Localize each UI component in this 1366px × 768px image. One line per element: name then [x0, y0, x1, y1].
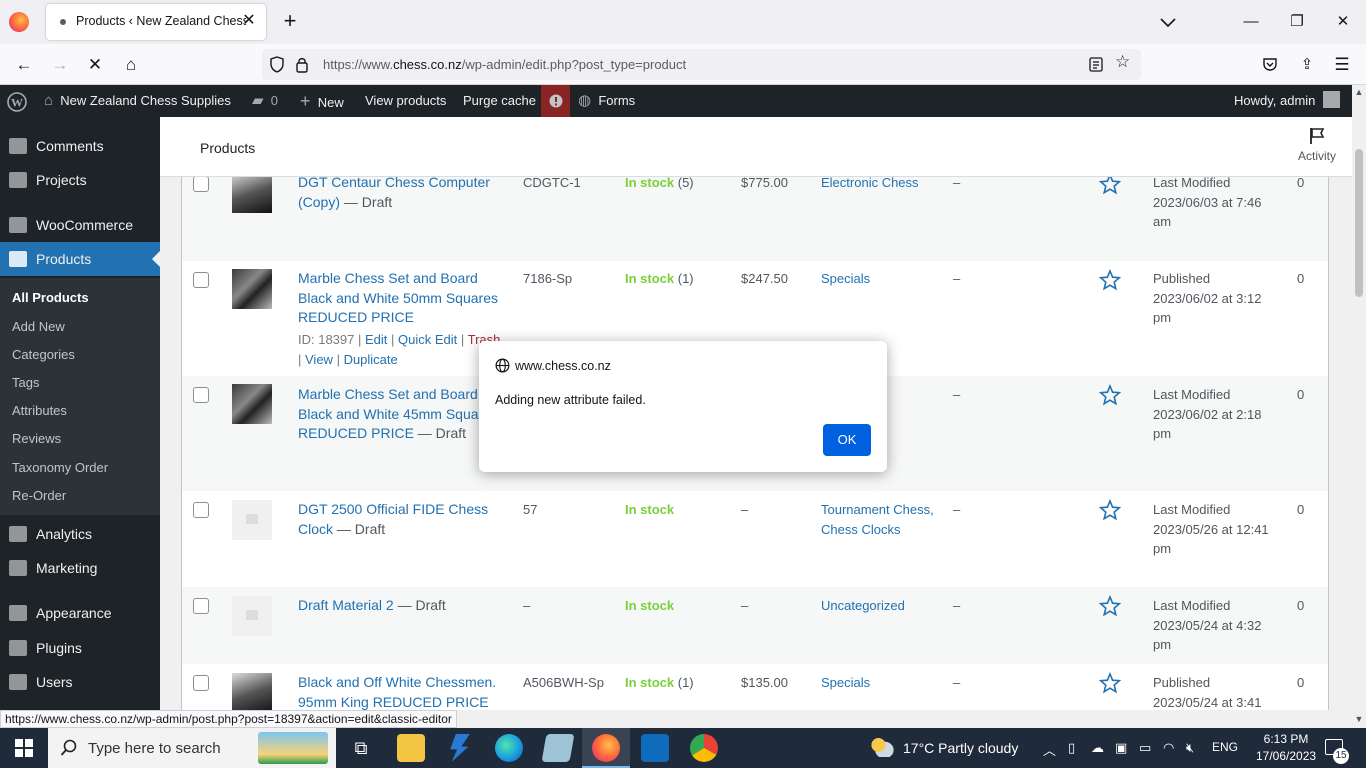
globe-icon — [495, 358, 510, 373]
chrome-icon[interactable] — [690, 734, 718, 762]
windows-taskbar: Type here to search ⧉ 17°C Partly cloudy… — [0, 728, 1366, 768]
search-placeholder: Type here to search — [88, 740, 221, 757]
clock-date: 17/06/2023 — [1256, 749, 1317, 763]
power-automate-icon[interactable] — [450, 734, 470, 762]
search-highlight-image — [258, 732, 328, 764]
onedrive-cloud-icon[interactable]: ☁ — [1091, 740, 1104, 756]
file-explorer-icon[interactable] — [397, 734, 425, 762]
weather-partly-cloudy-icon[interactable] — [870, 737, 894, 757]
edge-browser-icon[interactable] — [495, 734, 523, 762]
alert-dialog: www.chess.co.nz Adding new attribute fai… — [479, 341, 887, 472]
tray-app-icon[interactable]: ▯ — [1068, 740, 1075, 756]
tray-display-icon[interactable]: ▣ — [1115, 740, 1127, 756]
weather-text[interactable]: 17°C Partly cloudy — [903, 740, 1018, 756]
dialog-message: Adding new attribute failed. — [495, 393, 646, 407]
search-icon — [60, 739, 77, 756]
ok-button[interactable]: OK — [823, 424, 871, 456]
windows-start-icon[interactable] — [15, 739, 33, 757]
wifi-icon[interactable]: ◠ — [1163, 740, 1174, 756]
volume-muted-icon[interactable]: 🔇︎ — [1186, 740, 1194, 756]
taskbar-search-box[interactable]: Type here to search — [48, 728, 336, 768]
language-indicator[interactable]: ENG — [1212, 740, 1238, 754]
outlook-icon[interactable] — [641, 734, 669, 762]
clock[interactable]: 6:13 PM 17/06/2023 — [1256, 731, 1316, 765]
battery-icon[interactable]: ▭ — [1139, 740, 1151, 756]
firefox-taskbar-icon[interactable] — [592, 734, 620, 762]
show-hidden-icons-icon[interactable]: ︿ — [1043, 740, 1056, 759]
task-view-icon[interactable]: ⧉ — [347, 734, 375, 762]
notepad-app-icon[interactable] — [541, 734, 575, 762]
dialog-origin: www.chess.co.nz — [515, 359, 611, 373]
notification-count-badge: 15 — [1333, 748, 1349, 764]
clock-time: 6:13 PM — [1263, 732, 1309, 746]
